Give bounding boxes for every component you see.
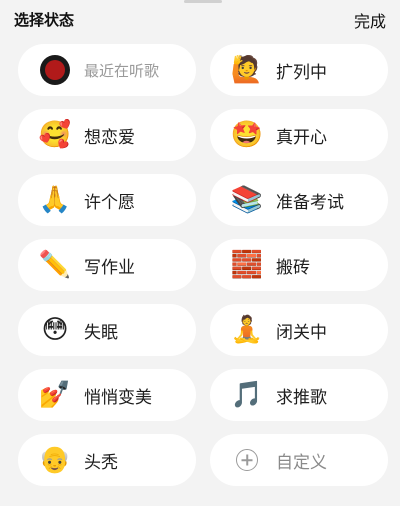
header: 选择状态 完成 <box>0 0 400 38</box>
status-label: 扩列中 <box>276 62 327 83</box>
status-chip-listening-music[interactable]: 最近在听歌 <box>18 44 196 96</box>
status-chip-retreat[interactable]: 🧘 闭关中 <box>210 304 388 356</box>
musical-note-icon: 🎵 <box>230 380 264 410</box>
bricks-icon: 🧱 <box>230 250 264 280</box>
status-grid: 最近在听歌 🙋 扩列中 🥰 想恋爱 🤩 真开心 🙏 许个愿 📚 准备考试 ✏️ … <box>18 44 388 486</box>
flushed-face-icon: 😳 <box>41 315 69 345</box>
status-label: 写作业 <box>84 257 135 278</box>
done-button[interactable]: 完成 <box>354 8 386 32</box>
status-label: 悄悄变美 <box>84 387 152 408</box>
status-label: 自定义 <box>276 452 327 473</box>
status-label: 许个愿 <box>84 192 135 213</box>
status-chip-make-wish[interactable]: 🙏 许个愿 <box>18 174 196 226</box>
page-title: 选择状态 <box>14 11 75 29</box>
record-icon <box>38 53 72 87</box>
old-man-icon: 👴 <box>38 445 72 475</box>
plus-circle-icon <box>230 443 264 477</box>
status-label: 失眠 <box>84 322 118 343</box>
status-chip-making-friends[interactable]: 🙋 扩列中 <box>210 44 388 96</box>
status-chip-balding[interactable]: 👴 头秃 <box>18 434 196 486</box>
custom-status-button[interactable]: 自定义 <box>210 434 388 486</box>
person-raising-hand-icon: 🙋 <box>230 55 264 85</box>
status-label: 准备考试 <box>276 192 344 213</box>
status-chip-insomnia[interactable]: 😳 失眠 <box>18 304 196 356</box>
person-meditating-icon: 🧘 <box>230 315 264 345</box>
status-chip-happy[interactable]: 🤩 真开心 <box>210 109 388 161</box>
nail-polish-icon: 💅 <box>38 380 72 410</box>
status-chip-want-love[interactable]: 🥰 想恋爱 <box>18 109 196 161</box>
folded-hands-icon: 🙏 <box>38 185 72 215</box>
status-chip-exam-prep[interactable]: 📚 准备考试 <box>210 174 388 226</box>
star-struck-icon: 🤩 <box>230 120 264 150</box>
status-label: 想恋爱 <box>84 127 135 148</box>
status-label: 求推歌 <box>276 387 327 408</box>
status-label: 真开心 <box>276 127 327 148</box>
pencil-icon: ✏️ <box>38 250 72 280</box>
status-label: 搬砖 <box>276 257 310 278</box>
status-label: 最近在听歌 <box>84 61 160 80</box>
status-chip-song-recs[interactable]: 🎵 求推歌 <box>210 369 388 421</box>
status-chip-beautify[interactable]: 💅 悄悄变美 <box>18 369 196 421</box>
books-icon: 📚 <box>230 185 264 215</box>
status-chip-homework[interactable]: ✏️ 写作业 <box>18 239 196 291</box>
status-chip-working[interactable]: 🧱 搬砖 <box>210 239 388 291</box>
status-label: 头秃 <box>84 452 118 473</box>
status-label: 闭关中 <box>276 322 327 343</box>
smiling-face-with-hearts-icon: 🥰 <box>38 120 72 150</box>
